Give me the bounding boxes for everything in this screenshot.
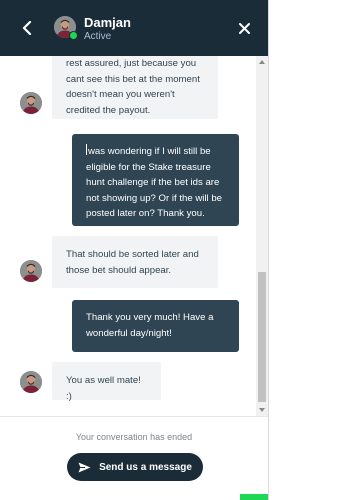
message-line: those bet should appear.: [66, 264, 172, 276]
message-line: wonderful day/night!: [86, 327, 172, 339]
bottom-accent-strip: [240, 494, 268, 500]
close-icon: [238, 22, 250, 34]
chevron-left-icon: [22, 21, 32, 35]
message-list[interactable]: rest assured, just because you cant see …: [0, 56, 256, 416]
agent-name: Damjan: [84, 15, 131, 30]
message-line: credited the payout.: [66, 104, 151, 116]
chat-header: Damjan Active: [0, 0, 268, 56]
message-line: not showing up? Or if the will be: [86, 192, 222, 204]
text-cursor: [86, 144, 87, 155]
paper-plane-icon: [78, 462, 91, 472]
message-line: hunt challenge if the bet ids are: [86, 177, 220, 188]
message-scrollbar[interactable]: [256, 56, 268, 416]
message-line: eligible for the Stake treasure: [86, 161, 211, 173]
message-line: doesn't mean you weren't: [66, 89, 175, 100]
agent-avatar: [20, 371, 42, 393]
agent-status: Active: [84, 31, 112, 42]
chat-widget: Damjan Active rest assured, just because…: [0, 0, 269, 500]
close-button[interactable]: [234, 18, 254, 38]
message-line: cant see this bet at the moment: [66, 73, 200, 85]
agent-avatar: [20, 260, 42, 282]
message-line: posted later on? Thank you.: [86, 208, 205, 219]
agent-message: That should be sorted later and those be…: [52, 236, 218, 288]
user-message: Thank you very much! Have a wonderful da…: [72, 300, 239, 352]
send-message-button[interactable]: Send us a message: [67, 453, 203, 481]
chat-footer: Your conversation has ended Send us a me…: [0, 416, 268, 500]
message-line: That should be sorted later and: [66, 249, 199, 260]
agent-message: You as well mate! :): [52, 362, 161, 402]
scroll-down-arrow-icon[interactable]: [259, 408, 265, 412]
user-message: was wondering if I will still be eligibl…: [72, 134, 239, 226]
agent-avatar: [20, 92, 42, 114]
scroll-thumb[interactable]: [258, 272, 266, 402]
send-message-label: Send us a message: [99, 461, 192, 473]
message-line: rest assured, just because you: [66, 58, 197, 69]
agent-message: rest assured, just because you cant see …: [52, 56, 218, 119]
message-line: Thank you very much! Have a: [86, 312, 214, 323]
message-line: was wondering if I will still be: [86, 144, 211, 157]
back-button[interactable]: [16, 17, 38, 39]
online-indicator: [69, 31, 78, 40]
message-line: You as well mate! :): [66, 375, 141, 402]
agent-avatar: [54, 16, 78, 40]
scroll-up-arrow-icon[interactable]: [259, 60, 265, 64]
conversation-ended-text: Your conversation has ended: [75, 432, 193, 442]
